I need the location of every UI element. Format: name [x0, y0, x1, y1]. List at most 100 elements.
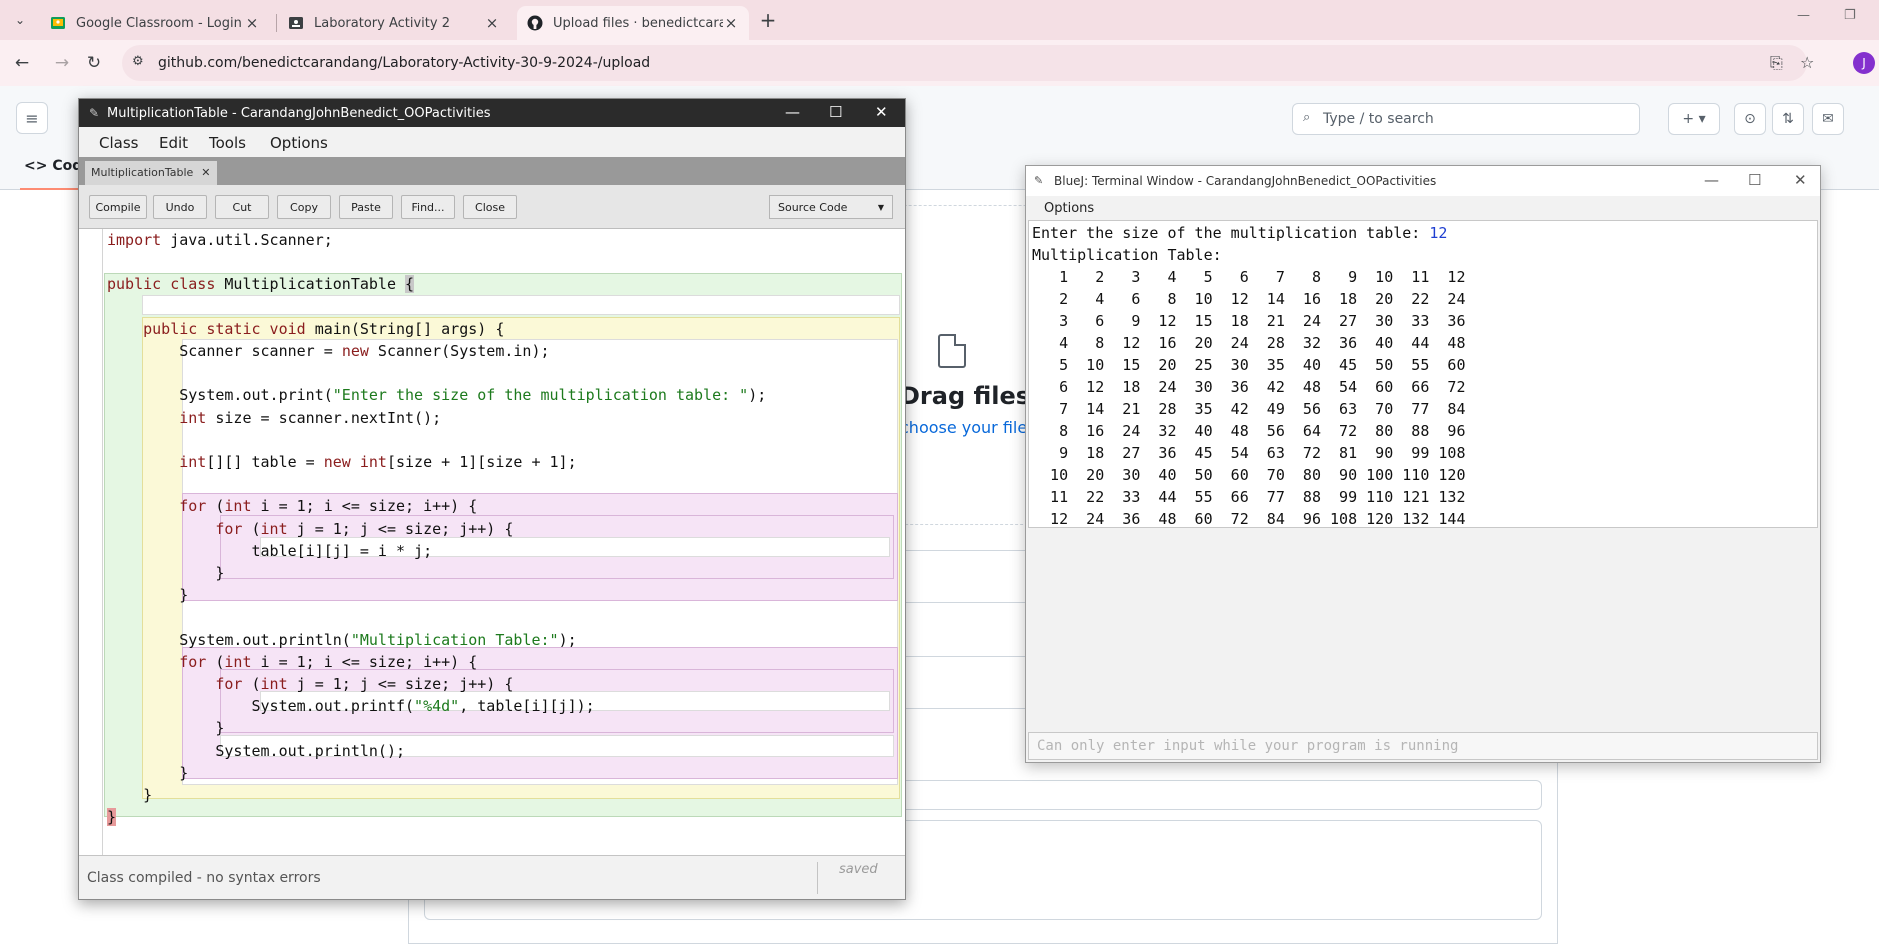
- close-icon[interactable]: ✕: [875, 103, 888, 121]
- minimize-icon[interactable]: —: [1797, 8, 1810, 23]
- find-button[interactable]: Find...: [401, 195, 455, 219]
- maximize-icon[interactable]: ☐: [1748, 171, 1761, 189]
- close-tab-icon[interactable]: ×: [723, 14, 739, 32]
- table-row: 7 14 21 28 35 42 49 56 63 70 77 84: [1032, 400, 1466, 418]
- menu-class[interactable]: Class: [99, 134, 138, 152]
- code-line: for (int j = 1; j <= size; j++) {: [107, 519, 514, 538]
- table-row: 8 16 24 32 40 48 56 64 72 80 88 96: [1032, 422, 1466, 440]
- saved-indicator: saved: [839, 862, 878, 877]
- code-line: int size = scanner.nextInt();: [107, 408, 442, 427]
- search-placeholder: Type / to search: [1323, 111, 1434, 127]
- file-tab-multiplicationtable[interactable]: MultiplicationTable ✕: [85, 161, 217, 185]
- github-icon: [527, 15, 543, 31]
- table-row: 12 24 36 48 60 72 84 96 108 120 132 144: [1032, 510, 1466, 528]
- code-line: int[][] table = new int[size + 1][size +…: [107, 453, 577, 471]
- hamburger-menu-icon[interactable]: ≡: [16, 102, 48, 134]
- tab-title: Google Classroom - Login: [76, 15, 242, 31]
- maximize-icon[interactable]: ☐: [829, 103, 842, 121]
- code-line: }: [107, 786, 153, 804]
- menu-options[interactable]: Options: [270, 134, 328, 152]
- create-new-button[interactable]: + ▾: [1668, 103, 1720, 135]
- code-line: }: [107, 808, 117, 827]
- choose-files-link[interactable]: choose your files: [900, 418, 1036, 437]
- prompt-text: Enter the size of the multiplication tab…: [1032, 224, 1430, 242]
- tab-separator: [276, 14, 277, 32]
- url-text[interactable]: github.com/benedictcarandang/Laboratory-…: [158, 55, 650, 71]
- close-tab-icon[interactable]: ×: [484, 14, 500, 32]
- code-line: public static void main(String[] args) {: [107, 319, 505, 338]
- table-row: 3 6 9 12 15 18 21 24 27 30 33 36: [1032, 312, 1466, 330]
- active-tab-underline: [20, 188, 80, 190]
- github-search-input[interactable]: ⌕ Type / to search: [1292, 103, 1640, 135]
- inbox-icon[interactable]: ✉: [1812, 103, 1844, 135]
- terminal-output[interactable]: Enter the size of the multiplication tab…: [1028, 220, 1818, 528]
- code-line: for (int i = 1; i <= size; i++) {: [107, 497, 478, 516]
- view-mode-select[interactable]: Source Code ▼: [769, 195, 893, 219]
- table-row: 2 4 6 8 10 12 14 16 18 20 22 24: [1032, 290, 1466, 308]
- close-button[interactable]: Close: [463, 195, 517, 219]
- code-line: System.out.println("Multiplication Table…: [107, 630, 577, 649]
- bookmark-star-icon[interactable]: ☆: [1800, 53, 1814, 72]
- table-heading: Multiplication Table:: [1032, 246, 1222, 264]
- prompt-line: Enter the size of the multiplication tab…: [1032, 222, 1447, 244]
- code-editor[interactable]: import java.util.Scanner; public class Mu…: [79, 229, 905, 855]
- bluej-terminal-window: ✎ BlueJ: Terminal Window - CarandangJohn…: [1025, 165, 1821, 763]
- site-info-icon[interactable]: ⚙: [132, 54, 144, 69]
- bluej-editor-window: ✎ MultiplicationTable - CarandangJohnBen…: [78, 98, 906, 900]
- close-tab-icon[interactable]: ✕: [201, 166, 210, 185]
- paste-button[interactable]: Paste: [339, 195, 393, 219]
- tab-laboratory-activity[interactable]: Laboratory Activity 2 ×: [278, 6, 510, 40]
- cut-button[interactable]: Cut: [215, 195, 269, 219]
- code-line: Scanner scanner = new Scanner(System.in)…: [107, 342, 550, 360]
- table-row: 6 12 18 24 30 36 42 48 54 60 66 72: [1032, 378, 1466, 396]
- undo-button[interactable]: Undo: [153, 195, 207, 219]
- close-tab-icon[interactable]: ×: [244, 14, 260, 32]
- code-line: public class MultiplicationTable {: [107, 275, 415, 294]
- tab-google-classroom[interactable]: Google Classroom - Login ×: [40, 6, 270, 40]
- table-row: 11 22 33 44 55 66 77 88 99 110 121 132: [1032, 488, 1466, 506]
- table-row: 4 8 12 16 20 24 28 32 36 40 44 48: [1032, 334, 1466, 352]
- code-line: table[i][j] = i * j;: [107, 541, 433, 560]
- table-row: 9 18 27 36 45 54 63 72 81 90 99 108: [1032, 444, 1466, 462]
- tab-upload-files[interactable]: Upload files · benedictcarandang ×: [517, 6, 749, 40]
- editor-button-bar: Compile Undo Cut Copy Paste Find... Clos…: [79, 185, 905, 229]
- menu-edit[interactable]: Edit: [159, 134, 188, 152]
- compile-button[interactable]: Compile: [89, 195, 147, 219]
- editor-title: MultiplicationTable - CarandangJohnBened…: [107, 106, 491, 121]
- terminal-title: BlueJ: Terminal Window - CarandangJohnBe…: [1054, 174, 1437, 188]
- forward-arrow-icon[interactable]: →: [50, 51, 74, 75]
- terminal-input-field[interactable]: Can only enter input while your program …: [1028, 732, 1818, 760]
- minimize-icon[interactable]: —: [785, 103, 800, 121]
- back-arrow-icon[interactable]: ←: [10, 51, 34, 75]
- dropdown-arrow-icon: ▼: [877, 203, 884, 212]
- issues-icon[interactable]: ⊙: [1734, 103, 1766, 135]
- code-line: for (int i = 1; i <= size; i++) {: [107, 652, 478, 671]
- terminal-title-bar[interactable]: ✎ BlueJ: Terminal Window - CarandangJohn…: [1026, 166, 1820, 196]
- terminal-menu-bar: Options: [1026, 196, 1820, 220]
- terminal-empty-area: [1028, 528, 1818, 732]
- minimize-icon[interactable]: —: [1704, 171, 1719, 189]
- editor-title-bar[interactable]: ✎ MultiplicationTable - CarandangJohnBen…: [79, 99, 905, 127]
- close-icon[interactable]: ✕: [1794, 171, 1807, 189]
- menu-tools[interactable]: Tools: [209, 134, 246, 152]
- address-bar[interactable]: ⚙ github.com/benedictcarandang/Laborator…: [122, 45, 1814, 81]
- file-icon: [938, 334, 966, 368]
- profile-avatar[interactable]: J: [1853, 52, 1875, 74]
- install-app-icon[interactable]: ⎘: [1770, 53, 1783, 73]
- editor-status-bar: Class compiled - no syntax errors saved: [79, 855, 905, 899]
- copy-button[interactable]: Copy: [277, 195, 331, 219]
- new-tab-plus-icon[interactable]: +: [756, 8, 780, 32]
- menu-options[interactable]: Options: [1044, 201, 1094, 216]
- editor-tab-bar: MultiplicationTable ✕: [79, 157, 905, 185]
- table-row: 10 20 30 40 50 60 70 80 90 100 110 120: [1032, 466, 1466, 484]
- code-line: System.out.printf("%4d", table[i][j]);: [107, 697, 595, 716]
- tab-search-chevron-icon[interactable]: ⌄: [8, 8, 32, 32]
- restore-icon[interactable]: ❐: [1844, 8, 1856, 23]
- blank-scope: [142, 295, 900, 315]
- reload-icon[interactable]: ↻: [82, 51, 106, 75]
- view-mode-value: Source Code: [778, 201, 848, 214]
- input-placeholder: Can only enter input while your program …: [1037, 738, 1459, 754]
- drag-files-text: Drag files here to add them: [900, 382, 1025, 410]
- pull-requests-icon[interactable]: ⇅: [1772, 103, 1804, 135]
- editor-menu-bar: Class Edit Tools Options: [79, 127, 905, 157]
